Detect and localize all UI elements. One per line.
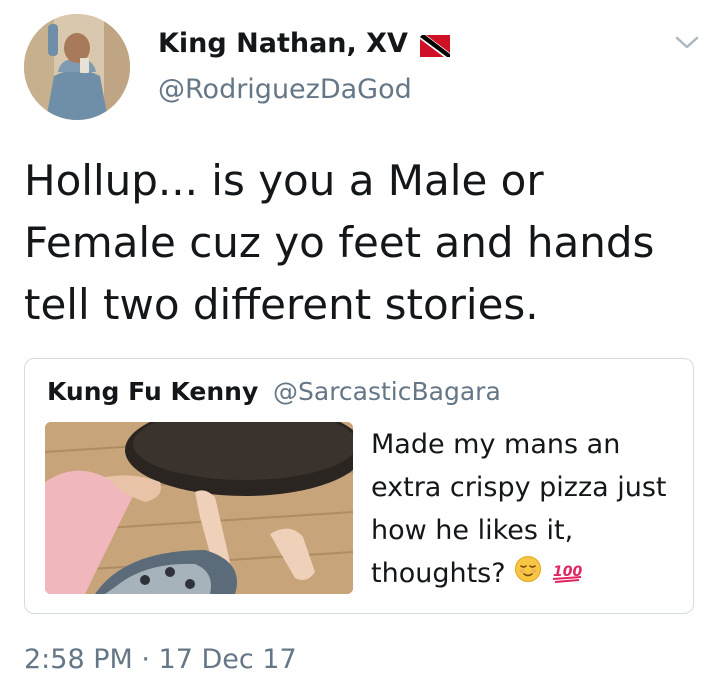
trinidad-and-tobago-flag-icon [419, 33, 450, 57]
avatar-photo [24, 14, 130, 120]
chevron-down-icon[interactable] [674, 32, 700, 52]
hundred-points-emoji-icon: 100 [551, 553, 585, 596]
quoted-tweet-text: Made my mans an extra crispy pizza just … [371, 423, 671, 596]
author-name[interactable]: King Nathan, XV [158, 28, 450, 59]
quoted-tweet[interactable]: Kung Fu Kenny @SarcasticBagara Made my m… [24, 358, 694, 614]
author-handle[interactable]: @RodriguezDaGod [158, 74, 412, 105]
tweet-text: Hollup... is you a Male or Female cuz yo… [24, 156, 655, 329]
avatar[interactable] [24, 14, 130, 120]
author-display-name[interactable]: King Nathan, XV [158, 28, 408, 59]
quoted-author-handle: @SarcasticBagara [273, 377, 501, 406]
relieved-face-emoji-icon [514, 553, 542, 596]
quoted-author-name: Kung Fu Kenny [47, 377, 259, 406]
tweet-timestamp[interactable]: 2:58 PM · 17 Dec 17 [24, 644, 297, 675]
quoted-tweet-photo[interactable] [45, 422, 353, 594]
